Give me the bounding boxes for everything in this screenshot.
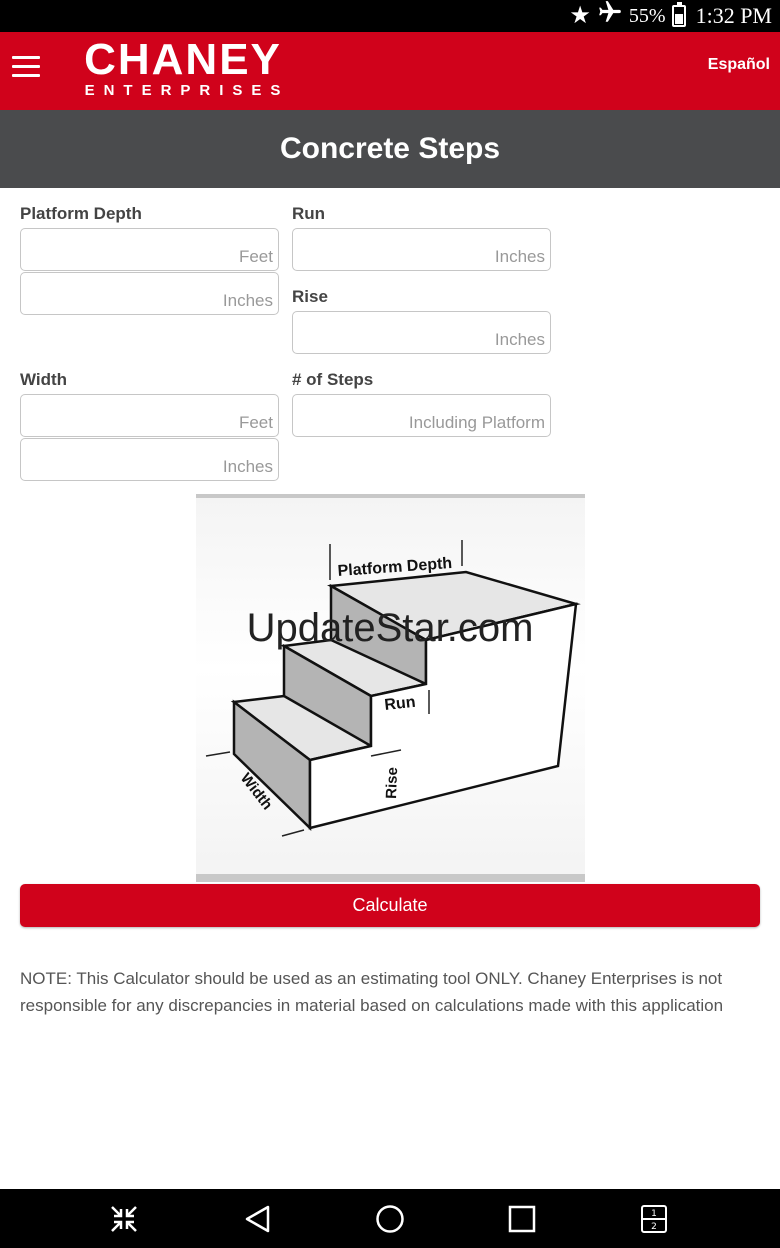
watermark: UpdateStar.com	[246, 606, 534, 650]
disclaimer-note: NOTE: This Calculator should be used as …	[20, 969, 724, 1015]
title-bar: Concrete Steps	[0, 110, 780, 188]
airplane-mode-icon	[597, 0, 623, 34]
collapse-icon[interactable]	[108, 1203, 140, 1235]
platform-depth-inches-input[interactable]	[21, 273, 278, 314]
width-feet-field	[20, 394, 279, 437]
concrete-steps-diagram: Platform Depth Run Rise Width	[196, 494, 585, 882]
battery-icon	[671, 2, 686, 27]
chaney-logo: CHANEY ENTERPRISES	[72, 36, 294, 100]
recents-icon[interactable]	[506, 1203, 538, 1235]
run-field	[292, 228, 551, 271]
diagram-label-run: Run	[384, 694, 417, 714]
steps-field	[292, 394, 551, 437]
rise-input[interactable]	[293, 312, 550, 353]
star-icon: ★	[569, 2, 591, 29]
platform-depth-feet-field	[20, 228, 279, 271]
diagram-label-rise: Rise	[383, 767, 401, 799]
status-bar: ★ 55% 1:32 PM	[0, 0, 780, 32]
svg-text:1: 1	[651, 1209, 657, 1219]
steps-illustration: Platform Depth Run Rise Width	[196, 494, 585, 882]
app-header: CHANEY ENTERPRISES Español	[0, 32, 780, 110]
navigation-bar: 1 2	[0, 1189, 780, 1248]
run-label: Run	[292, 204, 326, 223]
back-icon[interactable]	[242, 1203, 274, 1235]
calculate-button[interactable]: Calculate	[20, 884, 760, 927]
width-inches-input[interactable]	[21, 439, 278, 480]
steps-input[interactable]	[293, 395, 550, 436]
rise-field	[292, 311, 551, 354]
run-input[interactable]	[293, 229, 550, 270]
platform-depth-feet-input[interactable]	[21, 229, 278, 270]
svg-text:2: 2	[651, 1222, 657, 1232]
clock: 1:32 PM	[695, 3, 772, 28]
language-link[interactable]: Español	[708, 56, 770, 74]
platform-depth-inches-field	[20, 272, 279, 315]
platform-depth-label: Platform Depth	[20, 204, 142, 223]
width-feet-input[interactable]	[21, 395, 278, 436]
logo-sub-text: ENTERPRISES	[84, 82, 290, 99]
width-inches-field	[20, 438, 279, 481]
split-screen-icon[interactable]: 1 2	[638, 1203, 670, 1235]
home-icon[interactable]	[374, 1203, 406, 1235]
page-title: Concrete Steps	[279, 132, 501, 165]
logo-main-text: CHANEY	[84, 35, 282, 84]
battery-percent: 55%	[628, 4, 666, 27]
steps-label: # of Steps	[292, 370, 374, 389]
rise-label: Rise	[292, 287, 328, 306]
width-label: Width	[20, 370, 68, 389]
hamburger-menu-icon[interactable]	[12, 56, 40, 78]
